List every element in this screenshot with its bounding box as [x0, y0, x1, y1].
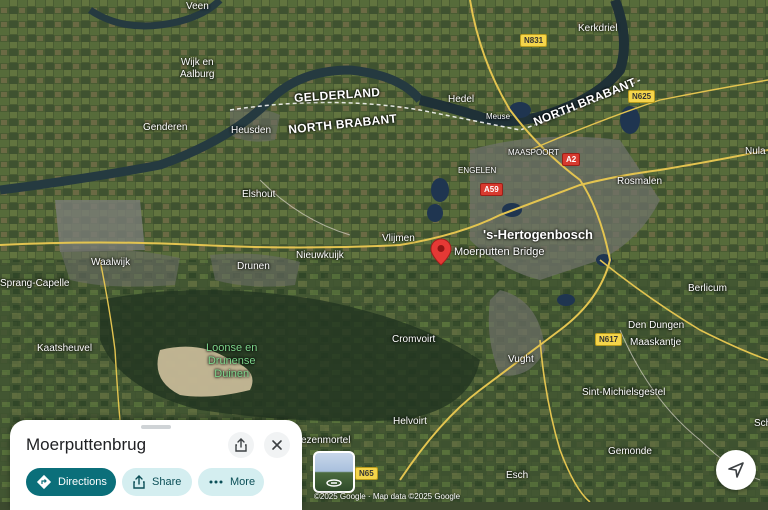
more-label: More: [230, 476, 256, 488]
road-shield-a2: A2: [562, 153, 581, 166]
place-label-vlijmen: Vlijmen: [382, 233, 415, 244]
place-label-engelen: ENGELEN: [458, 166, 497, 175]
place-label-nula: Nula: [745, 146, 766, 157]
place-label-wijk-en-aalburg: Wijk en Aalburg: [180, 57, 215, 80]
place-label-berlicum: Berlicum: [688, 283, 727, 294]
place-label-heusden: Heusden: [231, 125, 272, 136]
place-label-nieuwkuijk: Nieuwkuijk: [296, 250, 344, 261]
place-label-cromvoirt: Cromvoirt: [392, 334, 436, 345]
share-icon: [235, 438, 247, 452]
place-label-veen: Veen: [186, 1, 209, 12]
place-label-sint-michielsgestel: Sint-Michielsgestel: [582, 387, 666, 398]
place-label-sprang-capelle: Sprang-Capelle: [0, 278, 70, 289]
navigation-arrow-icon: [728, 462, 744, 478]
place-label-den-dungen: Den Dungen: [628, 320, 685, 331]
place-label-kaatsheuvel: Kaatsheuvel: [37, 343, 93, 354]
place-label-maaskantje: Maaskantje: [630, 337, 682, 348]
place-bottom-sheet[interactable]: Moerputtenbrug Directions Share More: [10, 420, 302, 510]
sheet-drag-handle[interactable]: [141, 425, 171, 429]
road-shield-n831: N831: [520, 34, 548, 47]
more-dots-icon: [209, 480, 223, 484]
close-icon: [272, 440, 282, 450]
place-label-esch: Esch: [506, 470, 529, 481]
street-view-thumbnail[interactable]: [313, 451, 355, 493]
share-chip-icon: [133, 475, 145, 489]
place-label-drunen: Drunen: [237, 261, 270, 272]
place-label-moergestel: ezenmortel: [301, 435, 351, 446]
street-view-icon: [326, 479, 342, 487]
location-pin-icon[interactable]: [430, 238, 452, 266]
map-attribution: ©2025 Google · Map data ©2025 Google: [314, 492, 461, 501]
place-label-vught: Vught: [508, 354, 534, 365]
place-label-waalwijk: Waalwijk: [91, 257, 131, 268]
directions-label: Directions: [58, 476, 107, 488]
directions-icon: [36, 474, 52, 490]
share-icon-button[interactable]: [228, 432, 254, 458]
river-label-meuse: Meuse: [486, 112, 511, 121]
nature-label-loonse-en-drunense-duinen: Loonse en Drunense Duinen: [206, 342, 258, 380]
place-label-rosmalen: Rosmalen: [617, 176, 663, 187]
place-label-kerkdriel: Kerkdriel: [578, 23, 618, 34]
place-label-gemonde: Gemonde: [608, 446, 652, 457]
place-label-helvoirt: Helvoirt: [393, 416, 427, 427]
place-label-elshout: Elshout: [242, 189, 276, 200]
road-shield-n625: N625: [628, 90, 656, 103]
place-label-maaspoort: MAASPOORT: [508, 148, 559, 157]
road-shield-a59: A59: [480, 183, 503, 196]
close-button[interactable]: [264, 432, 290, 458]
place-label-genderen: Genderen: [143, 122, 188, 133]
place-label-hedel: Hedel: [448, 94, 475, 105]
place-label-schijndel: Schijn: [754, 418, 768, 429]
my-location-button[interactable]: [716, 450, 756, 490]
road-shield-n65: N65: [355, 467, 378, 480]
road-shield-n617: N617: [595, 333, 623, 346]
share-label: Share: [152, 476, 182, 488]
place-label-hertogenbosch: 's-Hertogenbosch: [483, 227, 593, 242]
place-title: Moerputtenbrug: [26, 435, 147, 454]
pin-label[interactable]: Moerputten Bridge: [454, 246, 545, 258]
share-button[interactable]: Share: [122, 468, 192, 496]
more-button[interactable]: More: [198, 468, 264, 496]
directions-button[interactable]: Directions: [26, 468, 116, 496]
